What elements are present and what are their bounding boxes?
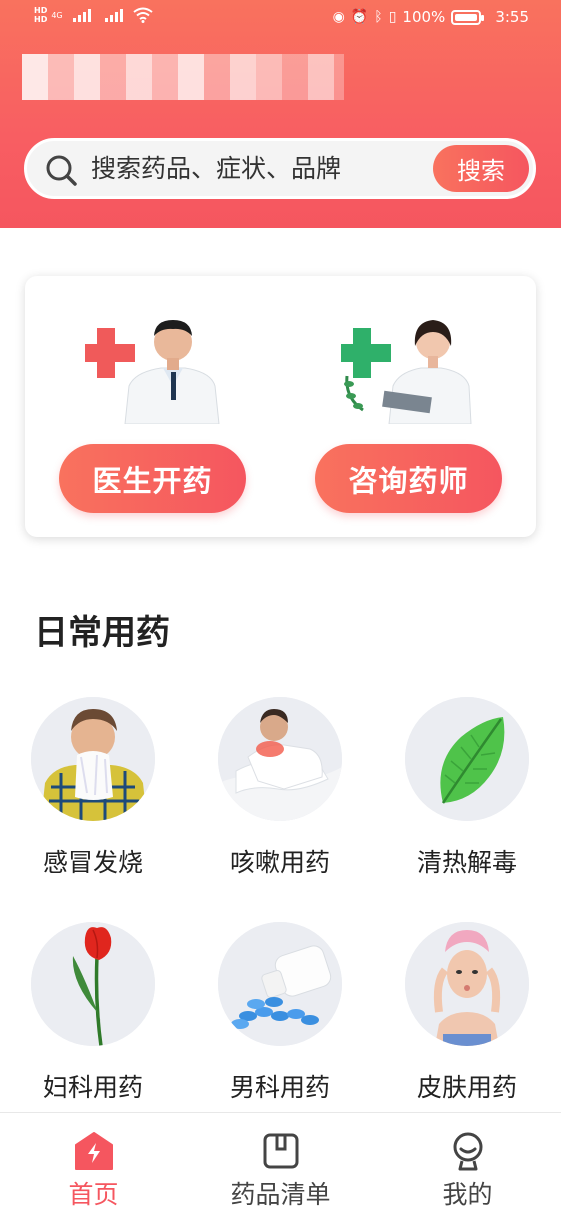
cold-fever-image	[31, 697, 155, 821]
clock: 3:55	[495, 8, 529, 26]
prescribe-button[interactable]: 医生开药	[59, 444, 246, 513]
category-label: 妇科用药	[42, 1073, 143, 1102]
category-label: 咳嗽用药	[229, 848, 330, 877]
male-doctor-image	[85, 320, 220, 424]
nav-medicine-list[interactable]: 药品清单	[187, 1113, 374, 1216]
bluetooth-icon: ᛒ	[374, 9, 383, 25]
daily-medicine-title: 日常用药	[34, 613, 170, 653]
skin-care-image	[405, 922, 529, 1046]
category-cough[interactable]: 咳嗽用药	[205, 697, 355, 897]
network-label: 4G	[51, 10, 63, 20]
profile-icon	[453, 1132, 483, 1171]
header: HD HD 4G ◉ ⏰ ᛒ ▯ 100% 3:55 搜索药品、症状、品牌 搜索	[0, 0, 561, 228]
signal-icon	[72, 8, 91, 22]
status-bar: HD HD 4G ◉ ⏰ ᛒ ▯ 100% 3:55	[0, 0, 561, 40]
search-bar[interactable]: 搜索	[24, 138, 536, 199]
category-label: 男科用药	[229, 1073, 330, 1102]
consult-section: 咨询药师	[281, 276, 536, 537]
category-dermatology[interactable]: 皮肤用药	[392, 922, 542, 1122]
cough-image	[218, 697, 342, 821]
category-heat-detox[interactable]: 清热解毒	[392, 697, 542, 897]
store-name-blurred	[22, 50, 362, 104]
nav-home[interactable]: 首页	[0, 1113, 187, 1216]
battery-icon	[451, 9, 485, 25]
bottom-nav: 首页 药品清单 我的	[0, 1112, 561, 1216]
list-icon	[263, 1133, 299, 1169]
signal-indicators: HD HD 4G	[34, 6, 153, 24]
leaf-image	[405, 697, 529, 821]
wifi-icon	[133, 7, 153, 23]
female-pharmacist-image	[341, 320, 472, 424]
home-icon	[75, 1132, 113, 1170]
pills-image	[218, 922, 342, 1046]
nav-profile[interactable]: 我的	[374, 1113, 561, 1216]
category-cold-fever[interactable]: 感冒发烧	[18, 697, 168, 897]
consult-button[interactable]: 咨询药师	[315, 444, 502, 513]
home-page: HD HD 4G ◉ ⏰ ᛒ ▯ 100% 3:55 搜索药品、症状、品牌 搜索…	[0, 0, 561, 1216]
battery-percent: 100%	[402, 8, 446, 26]
nav-home-label: 首页	[68, 1180, 119, 1209]
signal-icon-2	[104, 8, 123, 22]
tulip-image	[31, 922, 155, 1046]
category-label: 清热解毒	[416, 848, 517, 877]
prescribe-section: 医生开药	[25, 276, 280, 537]
hd-icon: HD HD	[34, 6, 48, 24]
category-andrology[interactable]: 男科用药	[205, 922, 355, 1122]
nav-list-label: 药品清单	[230, 1180, 331, 1209]
vibrate-icon: ▯	[388, 9, 397, 25]
category-gynecology[interactable]: 妇科用药	[18, 922, 168, 1122]
search-icon	[46, 155, 77, 186]
pixelated-store-name	[22, 54, 344, 100]
nav-profile-label: 我的	[442, 1180, 493, 1209]
eye-icon: ◉	[332, 9, 345, 25]
service-card: 医生开药 咨询药师	[25, 276, 536, 537]
category-label: 感冒发烧	[42, 848, 143, 877]
alarm-icon: ⏰	[350, 9, 369, 25]
system-indicators: ◉ ⏰ ᛒ ▯ 100% 3:55	[333, 8, 529, 26]
search-button[interactable]: 搜索	[433, 145, 529, 192]
search-input[interactable]	[91, 149, 391, 187]
category-label: 皮肤用药	[416, 1073, 517, 1102]
